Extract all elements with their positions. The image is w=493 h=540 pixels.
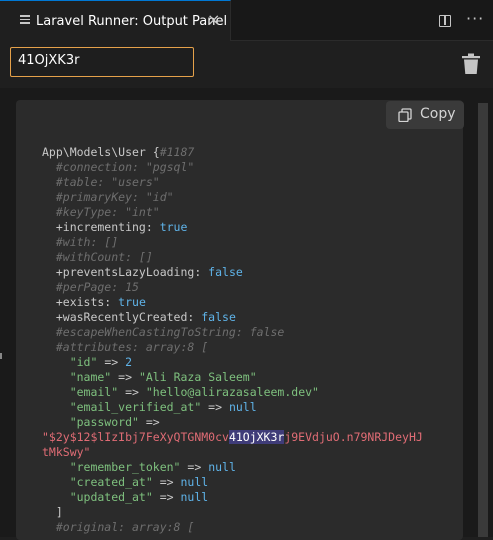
code-bool: false [208, 265, 243, 279]
code-password: "$2y$12$lIzIbj7FeXyQTGNM0cv [42, 430, 229, 444]
code-comment: #1187 [159, 145, 195, 159]
code-arrow: => [152, 475, 181, 489]
code-text: +wasRecentlyCreated: [42, 310, 202, 324]
code-bool: true [159, 220, 188, 234]
search-input[interactable] [18, 53, 183, 68]
code-null: null [180, 490, 209, 504]
code-comment: #with: [] [42, 235, 119, 249]
trash-icon[interactable] [461, 53, 481, 75]
split-editor-icon[interactable] [439, 15, 451, 27]
search-field[interactable] [10, 47, 194, 77]
code-arrow: => [97, 355, 126, 369]
code-null: null [180, 475, 209, 489]
output-icon [20, 15, 30, 27]
code-bool: false [201, 310, 236, 324]
copy-icon [398, 108, 412, 122]
code-key: "name" [42, 370, 112, 384]
code-string: "hello@alirazasaleem.dev" [145, 385, 319, 399]
code-key: "updated_at" [42, 490, 153, 504]
code-arrow: => [180, 460, 209, 474]
code-comment: #table: "users" [42, 175, 160, 189]
code-number: 2 [125, 355, 133, 369]
copy-label: Copy [420, 106, 456, 122]
close-icon[interactable]: × [207, 11, 220, 29]
code-comment: #primaryKey: "id" [42, 190, 174, 204]
code-bool: true [118, 295, 146, 309]
code-arrow: => [201, 400, 229, 414]
code-arrow: => [152, 490, 181, 504]
code-key: "created_at" [42, 475, 153, 489]
code-comment: #original: array:8 [ [42, 520, 195, 534]
tab-title: Laravel Runner: Output Panel [36, 14, 228, 29]
code-string: "Ali Raza Saleem" [138, 370, 257, 384]
code-password: j9EVdjuO.n79NRJDeyHJ [284, 430, 423, 444]
code-comment: #perPage: 15 [42, 280, 139, 294]
code-comment: #connection: "pgsql" [42, 160, 195, 174]
code-key: "email" [42, 385, 119, 399]
code-arrow: => [111, 370, 139, 384]
code-key: "email_verified_at" [42, 400, 202, 414]
code-null: null [228, 400, 257, 414]
code-password: tMkSwy" [42, 445, 91, 459]
search-match-highlight: 41OjXK3r [228, 430, 285, 444]
code-text: +exists: [42, 295, 119, 309]
code-arrow: => [118, 385, 146, 399]
dump-output: App\Models\User {#1187 #connection: "pgs… [42, 145, 423, 535]
code-key: "password" [42, 415, 139, 429]
tab-bar: Laravel Runner: Output Panel × ··· [0, 0, 493, 41]
copy-button[interactable]: Copy [386, 101, 464, 129]
sash[interactable] [0, 353, 2, 359]
code-arrow: => [138, 415, 160, 429]
code-comment: #escapeWhenCastingToString: false [42, 325, 285, 339]
code-text: App\Models\User { [42, 145, 160, 159]
code-key: "remember_token" [42, 460, 181, 474]
code-text: +incrementing: [42, 220, 160, 234]
code-key: "id" [42, 355, 98, 369]
code-text: ] [42, 505, 63, 519]
code-comment: #keyType: "int" [42, 205, 160, 219]
code-comment: #attributes: array:8 [ [42, 340, 209, 354]
code-comment: #withCount: [] [42, 250, 153, 264]
scrollbar[interactable] [478, 103, 488, 537]
more-actions-icon[interactable]: ··· [466, 11, 484, 27]
tab-output-panel[interactable]: Laravel Runner: Output Panel × [0, 0, 231, 41]
code-text: +preventsLazyLoading: [42, 265, 209, 279]
code-null: null [208, 460, 236, 474]
